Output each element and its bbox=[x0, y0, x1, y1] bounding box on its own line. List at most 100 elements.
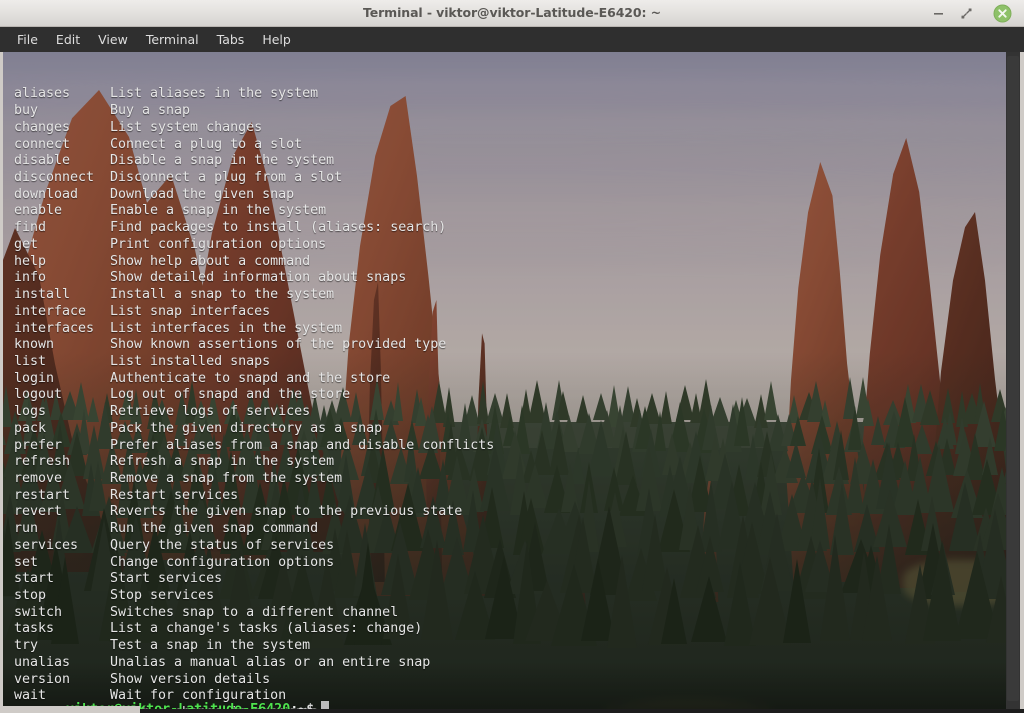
command-name: list bbox=[14, 353, 47, 369]
command-row: help Show help about a command bbox=[14, 254, 999, 271]
command-description: Retrieve logs of services bbox=[110, 404, 311, 420]
command-description: Test a snap in the system bbox=[110, 638, 311, 654]
command-description: Disable a snap in the system bbox=[110, 153, 335, 169]
command-row: revert Reverts the given snap to the prev… bbox=[14, 504, 999, 521]
command-row: buy Buy a snap bbox=[14, 103, 999, 120]
command-name: start bbox=[14, 571, 55, 587]
command-description: Remove a snap from the system bbox=[110, 470, 343, 486]
command-name: prefer bbox=[14, 437, 63, 453]
command-row: prefer Prefer aliases from a snap and dis… bbox=[14, 438, 999, 455]
command-description: Unalias a manual alias or an entire snap bbox=[110, 654, 431, 670]
command-name: connect bbox=[14, 136, 71, 152]
command-description: Show known assertions of the provided ty… bbox=[110, 337, 447, 353]
command-name: known bbox=[14, 337, 55, 353]
command-row: interfaces List interfaces in the system bbox=[14, 321, 999, 338]
minimize-button[interactable] bbox=[929, 4, 948, 23]
shell-prompt: viktor@viktor-Latitude-E6420:~$ bbox=[2, 684, 330, 713]
terminal-output[interactable]: aliases List aliases in the system buy Buy … bbox=[14, 53, 999, 713]
command-description: Disconnect a plug from a slot bbox=[110, 170, 343, 186]
command-description: List installed snaps bbox=[110, 353, 271, 369]
command-name: enable bbox=[14, 203, 63, 219]
command-row: enable Enable a snap in the system bbox=[14, 203, 999, 220]
command-name: restart bbox=[14, 487, 71, 503]
command-row: disable Disable a snap in the system bbox=[14, 153, 999, 170]
command-row: unalias Unalias a manual alias or an enti… bbox=[14, 655, 999, 672]
menu-item-file[interactable]: File bbox=[8, 29, 47, 51]
window-title: Terminal - viktor@viktor-Latitude-E6420:… bbox=[362, 5, 662, 20]
command-row: start Start services bbox=[14, 571, 999, 588]
command-name: aliases bbox=[14, 86, 71, 102]
command-name: pack bbox=[14, 420, 47, 436]
command-description: Prefer aliases from a snap and disable c… bbox=[110, 437, 495, 453]
command-list: aliases List aliases in the system buy Buy … bbox=[14, 86, 999, 713]
menu-item-edit[interactable]: Edit bbox=[47, 29, 89, 51]
command-description: Start services bbox=[110, 571, 223, 587]
command-name: logs bbox=[14, 404, 47, 420]
maximize-button[interactable] bbox=[957, 4, 976, 23]
command-row: aliases List aliases in the system bbox=[14, 86, 999, 103]
command-row: known Show known assertions of the provid… bbox=[14, 337, 999, 354]
command-description: Switches snap to a different channel bbox=[110, 604, 399, 620]
command-description: Show help about a command bbox=[110, 253, 311, 269]
command-row: install Install a snap to the system bbox=[14, 287, 999, 304]
resize-grip[interactable] bbox=[0, 706, 140, 713]
command-description: Pack the given directory as a snap bbox=[110, 420, 383, 436]
command-name: info bbox=[14, 270, 47, 286]
scrollbar-thumb[interactable] bbox=[1007, 56, 1019, 701]
window-left-border bbox=[0, 52, 3, 713]
command-description: Run the given snap command bbox=[110, 521, 319, 537]
command-name: remove bbox=[14, 470, 63, 486]
command-name: tasks bbox=[14, 621, 55, 637]
command-name: buy bbox=[14, 103, 39, 119]
command-description: Refresh a snap in the system bbox=[110, 454, 335, 470]
command-name: logout bbox=[14, 387, 63, 403]
command-name: stop bbox=[14, 588, 47, 603]
command-description: List aliases in the system bbox=[110, 86, 319, 102]
command-description: Change configuration options bbox=[110, 554, 335, 570]
command-row: restart Restart services bbox=[14, 488, 999, 505]
menu-item-terminal[interactable]: Terminal bbox=[137, 29, 208, 51]
menu-item-view[interactable]: View bbox=[89, 29, 137, 51]
command-description: Buy a snap bbox=[110, 103, 191, 119]
command-row: tasks List a change's tasks (aliases: cha… bbox=[14, 621, 999, 638]
command-name: services bbox=[14, 537, 79, 553]
command-description: Restart services bbox=[110, 487, 239, 503]
command-description: Reverts the given snap to the previous s… bbox=[110, 504, 463, 520]
command-name: changes bbox=[14, 119, 71, 135]
command-description: Connect a plug to a slot bbox=[110, 136, 303, 152]
command-description: Show detailed information about snaps bbox=[110, 270, 407, 286]
command-name: switch bbox=[14, 604, 63, 620]
command-name: try bbox=[14, 638, 39, 654]
menu-item-tabs[interactable]: Tabs bbox=[208, 29, 254, 51]
command-name: interface bbox=[14, 303, 87, 319]
command-row: logs Retrieve logs of services bbox=[14, 404, 999, 421]
command-description: Print configuration options bbox=[110, 236, 327, 252]
title-bar: Terminal - viktor@viktor-Latitude-E6420:… bbox=[0, 0, 1024, 27]
command-row: switch Switches snap to a different chann… bbox=[14, 605, 999, 622]
command-row: changes List system changes bbox=[14, 120, 999, 137]
command-name: set bbox=[14, 554, 39, 570]
command-name: get bbox=[14, 236, 39, 252]
command-description: List snap interfaces bbox=[110, 303, 271, 319]
terminal-view[interactable]: aliases List aliases in the system buy Buy … bbox=[0, 52, 1024, 713]
command-row: try Test a snap in the system bbox=[14, 638, 999, 655]
command-row: services Query the status of services bbox=[14, 538, 999, 555]
command-description: Install a snap to the system bbox=[110, 287, 335, 303]
command-description: Find packages to install (aliases: searc… bbox=[110, 220, 447, 236]
command-row: refresh Refresh a snap in the system bbox=[14, 454, 999, 471]
command-description: Enable a snap in the system bbox=[110, 203, 327, 219]
command-description: List a change's tasks (aliases: change) bbox=[110, 621, 423, 637]
menu-item-help[interactable]: Help bbox=[253, 29, 300, 51]
command-row: disconnect Disconnect a plug from a slot bbox=[14, 170, 999, 187]
command-name: install bbox=[14, 287, 71, 303]
command-row: login Authenticate to snapd and the store bbox=[14, 371, 999, 388]
close-button[interactable] bbox=[993, 4, 1012, 23]
command-name: help bbox=[14, 253, 47, 269]
command-row: list List installed snaps bbox=[14, 354, 999, 371]
command-name: find bbox=[14, 220, 47, 236]
command-row: find Find packages to install (aliases: s… bbox=[14, 220, 999, 237]
command-row: stop Stop services bbox=[14, 588, 999, 605]
command-description: Download the given snap bbox=[110, 186, 295, 202]
terminal-window: Terminal - viktor@viktor-Latitude-E6420:… bbox=[0, 0, 1024, 713]
command-row: connect Connect a plug to a slot bbox=[14, 137, 999, 154]
